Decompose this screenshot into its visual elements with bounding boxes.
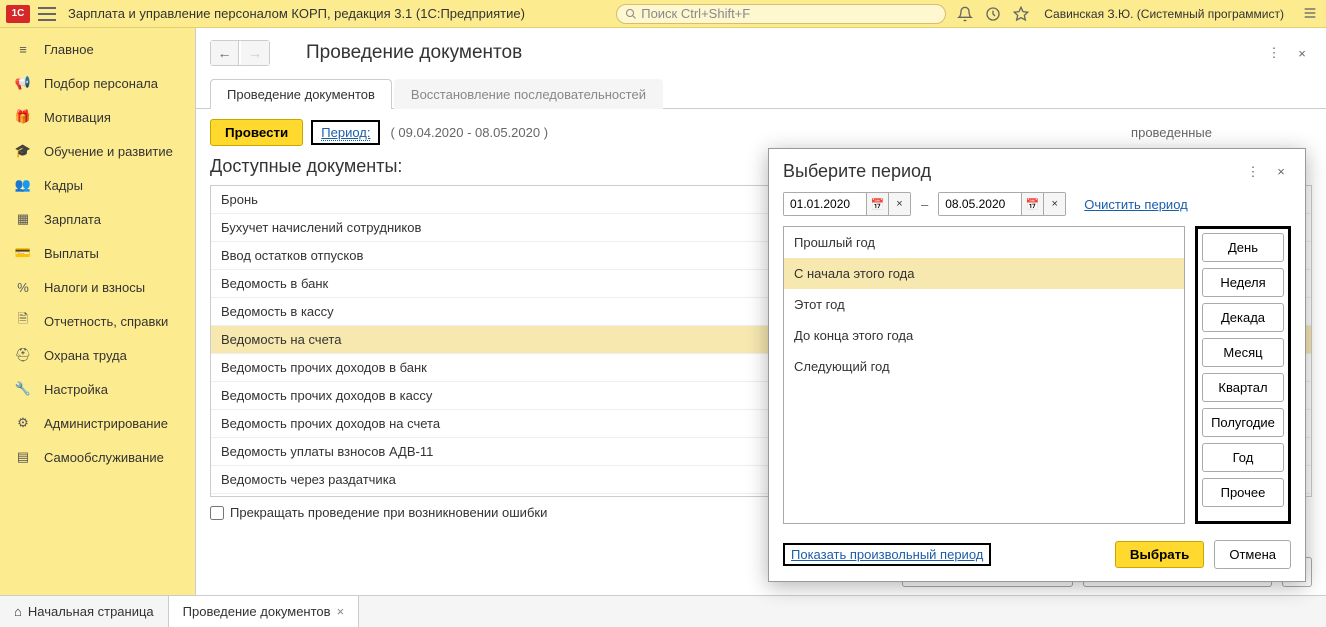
close-tab-icon[interactable]: × bbox=[337, 604, 345, 619]
period-item[interactable]: До конца этого года bbox=[784, 320, 1184, 351]
cancel-button[interactable]: Отмена bbox=[1214, 540, 1291, 569]
tabs: Проведение документов Восстановление пос… bbox=[196, 78, 1326, 109]
sidebar-item-self[interactable]: ▤Самообслуживание bbox=[0, 440, 195, 474]
unit-month[interactable]: Месяц bbox=[1202, 338, 1284, 367]
date-to-input[interactable] bbox=[939, 193, 1021, 215]
main-header: ← → Проведение документов ⋮ × bbox=[196, 28, 1326, 78]
arbitrary-period-box: Показать произвольный период bbox=[783, 543, 991, 566]
gift-icon: 🎁 bbox=[14, 108, 32, 126]
nav-forward[interactable]: → bbox=[241, 41, 269, 65]
sidebar-item-payments[interactable]: 💳Выплаты bbox=[0, 236, 195, 270]
nav-back[interactable]: ← bbox=[211, 41, 239, 65]
period-item[interactable]: С начала этого года bbox=[784, 258, 1184, 289]
tail-text: проведенные bbox=[1131, 125, 1212, 140]
search-input[interactable]: Поиск Ctrl+Shift+F bbox=[616, 4, 946, 24]
sidebar-item-admin[interactable]: ⚙Администрирование bbox=[0, 406, 195, 440]
unit-year[interactable]: Год bbox=[1202, 443, 1284, 472]
unit-column: День Неделя Декада Месяц Квартал Полугод… bbox=[1195, 226, 1291, 524]
percent-icon: % bbox=[14, 278, 32, 296]
popup-more-icon[interactable]: ⋮ bbox=[1243, 162, 1263, 182]
period-item[interactable]: Этот год bbox=[784, 289, 1184, 320]
people-icon: 👥 bbox=[14, 176, 32, 194]
period-list: Прошлый год С начала этого года Этот год… bbox=[783, 226, 1185, 524]
clear-period-link[interactable]: Очистить период bbox=[1084, 197, 1188, 212]
logo-1c: 1C bbox=[6, 5, 30, 23]
popup-title: Выберите период bbox=[783, 161, 931, 182]
popup-body: Прошлый год С начала этого года Этот год… bbox=[769, 226, 1305, 534]
select-button[interactable]: Выбрать bbox=[1115, 541, 1205, 568]
shield-icon: ⛑ bbox=[14, 346, 32, 364]
stop-on-error-label: Прекращать проведение при возникновении … bbox=[230, 505, 547, 520]
unit-other[interactable]: Прочее bbox=[1202, 478, 1284, 507]
sidebar-item-motivation[interactable]: 🎁Мотивация bbox=[0, 100, 195, 134]
menu-icon[interactable] bbox=[38, 7, 56, 21]
sidebar-item-recruit[interactable]: 📢Подбор персонала bbox=[0, 66, 195, 100]
sidebar: ≡Главное 📢Подбор персонала 🎁Мотивация 🎓О… bbox=[0, 28, 196, 595]
date-to-group: 📅 × bbox=[938, 192, 1066, 216]
post-button[interactable]: Провести bbox=[210, 119, 303, 146]
close-icon[interactable]: × bbox=[1292, 43, 1312, 63]
period-button[interactable]: Период: bbox=[311, 120, 380, 145]
bottom-tab-current[interactable]: Проведение документов × bbox=[169, 596, 360, 627]
nav-buttons: ← → bbox=[210, 40, 270, 66]
sidebar-item-taxes[interactable]: %Налоги и взносы bbox=[0, 270, 195, 304]
clear-to-button[interactable]: × bbox=[1043, 193, 1065, 215]
sidebar-item-settings[interactable]: 🔧Настройка bbox=[0, 372, 195, 406]
home-icon: ≡ bbox=[14, 40, 32, 58]
topbar: 1C Зарплата и управление персоналом КОРП… bbox=[0, 0, 1326, 28]
sidebar-item-safety[interactable]: ⛑Охрана труда bbox=[0, 338, 195, 372]
tab-restore[interactable]: Восстановление последовательностей bbox=[394, 79, 663, 109]
doc-icon: 🗎 bbox=[14, 312, 32, 330]
search-icon bbox=[625, 8, 637, 20]
date-from-input[interactable] bbox=[784, 193, 866, 215]
period-text: ( 09.04.2020 - 08.05.2020 ) bbox=[390, 125, 548, 140]
money-icon: ▦ bbox=[14, 210, 32, 228]
wallet-icon: 💳 bbox=[14, 244, 32, 262]
calendar-icon[interactable]: 📅 bbox=[866, 193, 888, 215]
popup-header: Выберите период ⋮ × bbox=[769, 149, 1305, 192]
popup-footer: Показать произвольный период Выбрать Отм… bbox=[769, 534, 1305, 581]
bell-icon[interactable] bbox=[956, 5, 974, 23]
bottom-tabs: ⌂ Начальная страница Проведение документ… bbox=[0, 595, 1326, 627]
unit-halfyear[interactable]: Полугодие bbox=[1202, 408, 1284, 437]
star-icon[interactable] bbox=[1012, 5, 1030, 23]
megaphone-icon: 📢 bbox=[14, 74, 32, 92]
settings-icon[interactable] bbox=[1302, 5, 1320, 23]
popup-close-icon[interactable]: × bbox=[1271, 162, 1291, 182]
page-title: Проведение документов bbox=[306, 42, 522, 64]
toolbar: Провести Период: ( 09.04.2020 - 08.05.20… bbox=[196, 109, 1326, 152]
wrench-icon: 🔧 bbox=[14, 380, 32, 398]
unit-day[interactable]: День bbox=[1202, 233, 1284, 262]
bottom-tab-home[interactable]: ⌂ Начальная страница bbox=[0, 596, 169, 627]
history-icon[interactable] bbox=[984, 5, 1002, 23]
graduation-icon: 🎓 bbox=[14, 142, 32, 160]
top-icons: Савинская З.Ю. (Системный программист) bbox=[956, 5, 1320, 23]
stop-on-error-checkbox[interactable] bbox=[210, 506, 224, 520]
period-item[interactable]: Прошлый год bbox=[784, 227, 1184, 258]
more-icon[interactable]: ⋮ bbox=[1264, 43, 1284, 63]
home-icon: ⌂ bbox=[14, 604, 22, 619]
tab-posting[interactable]: Проведение документов bbox=[210, 79, 392, 109]
date-row: 📅 × – 📅 × Очистить период bbox=[769, 192, 1305, 226]
main-area: ← → Проведение документов ⋮ × Проведение… bbox=[196, 28, 1326, 595]
sidebar-item-salary[interactable]: ▦Зарплата bbox=[0, 202, 195, 236]
unit-quarter[interactable]: Квартал bbox=[1202, 373, 1284, 402]
user-label: Савинская З.Ю. (Системный программист) bbox=[1044, 7, 1284, 21]
period-popup: Выберите период ⋮ × 📅 × – 📅 × Очистить bbox=[768, 148, 1306, 582]
calendar-icon[interactable]: 📅 bbox=[1021, 193, 1043, 215]
sidebar-item-hr[interactable]: 👥Кадры bbox=[0, 168, 195, 202]
dash: – bbox=[917, 197, 932, 212]
period-item[interactable]: Следующий год bbox=[784, 351, 1184, 382]
app-title: Зарплата и управление персоналом КОРП, р… bbox=[68, 6, 525, 21]
unit-decade[interactable]: Декада bbox=[1202, 303, 1284, 332]
arbitrary-period-link[interactable]: Показать произвольный период bbox=[791, 547, 983, 562]
sidebar-item-reports[interactable]: 🗎Отчетность, справки bbox=[0, 304, 195, 338]
clear-from-button[interactable]: × bbox=[888, 193, 910, 215]
gear-icon: ⚙ bbox=[14, 414, 32, 432]
date-from-group: 📅 × bbox=[783, 192, 911, 216]
sidebar-item-education[interactable]: 🎓Обучение и развитие bbox=[0, 134, 195, 168]
unit-week[interactable]: Неделя bbox=[1202, 268, 1284, 297]
sidebar-item-main[interactable]: ≡Главное bbox=[0, 32, 195, 66]
list-icon: ▤ bbox=[14, 448, 32, 466]
